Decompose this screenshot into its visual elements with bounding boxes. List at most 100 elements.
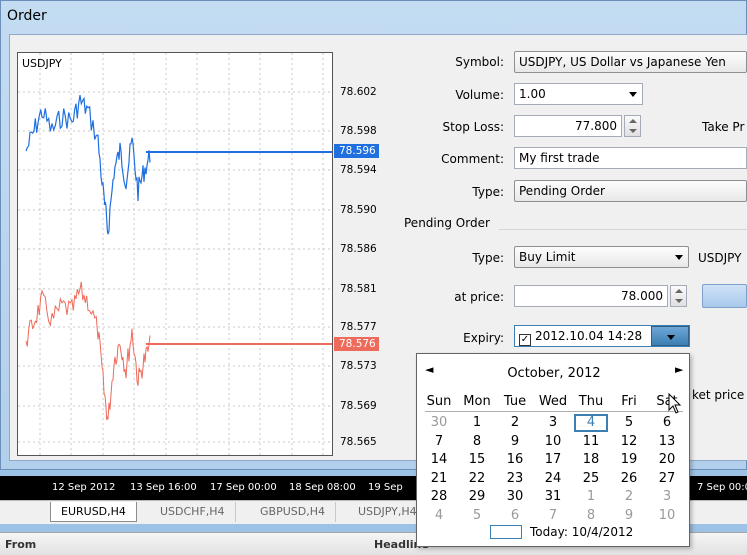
calendar-day[interactable]: 3	[648, 488, 686, 506]
bid-price-tag: 78.576	[334, 337, 379, 351]
calendar-day[interactable]: 30	[420, 414, 458, 432]
comment-input[interactable]: My first trade	[514, 147, 747, 169]
calendar-day[interactable]: 3	[534, 414, 572, 432]
price-level-label: 78.577	[340, 321, 377, 333]
dialog-titlebar[interactable]: Order	[1, 1, 746, 33]
ask-price-tag: 78.596	[334, 144, 379, 158]
pending-type-select[interactable]: Buy Limit	[514, 246, 689, 268]
calendar-day[interactable]: 23	[496, 470, 534, 488]
expiry-checkbox[interactable]: ✓	[519, 334, 531, 346]
tick-chart-svg	[18, 53, 332, 455]
chevron-down-icon[interactable]	[675, 255, 683, 260]
calendar-day[interactable]: 7	[420, 433, 458, 451]
dialog-title: Order	[7, 8, 47, 24]
calendar-day[interactable]: 10	[648, 507, 686, 525]
bid-price-line	[25, 281, 151, 420]
calendar-day[interactable]: 2	[496, 414, 534, 432]
calendar-day[interactable]: 22	[458, 470, 496, 488]
expiry-dropdown-button[interactable]	[651, 326, 689, 346]
volume-combo[interactable]: 1.00	[514, 83, 643, 105]
calendar-day[interactable]: 27	[648, 470, 686, 488]
calendar-day[interactable]: 31	[534, 488, 572, 506]
calendar-divider	[425, 411, 683, 412]
stop-loss-input[interactable]: 77.800	[514, 115, 622, 137]
group-divider	[499, 229, 747, 230]
symbol-select[interactable]: USDJPY, US Dollar vs Japanese Yen	[514, 51, 747, 73]
chevron-down-icon[interactable]	[629, 92, 637, 97]
calendar-day[interactable]: 19	[610, 451, 648, 469]
calendar-day[interactable]: 20	[648, 451, 686, 469]
calendar-day[interactable]: 24	[534, 470, 572, 488]
time-axis-label: 18 Sep 08:00	[289, 482, 356, 493]
ask-price-line	[25, 95, 151, 235]
calendar-weekday: Sun	[426, 394, 452, 409]
calendar-day[interactable]: 29	[458, 488, 496, 506]
expiry-value: 2012.10.04 14:28	[535, 329, 643, 343]
column-from[interactable]: From	[5, 538, 36, 551]
place-order-button[interactable]	[702, 284, 747, 308]
at-price-label: at price:	[454, 290, 504, 304]
calendar-day[interactable]: 15	[458, 451, 496, 469]
calendar-day[interactable]: 6	[496, 507, 534, 525]
order-type-label: Type:	[472, 185, 504, 199]
calendar-day[interactable]: 17	[534, 451, 572, 469]
calendar-day[interactable]: 18	[572, 451, 610, 469]
stop-loss-label: Stop Loss:	[442, 120, 504, 134]
comment-value: My first trade	[519, 151, 600, 165]
order-type-select[interactable]: Pending Order	[514, 180, 747, 202]
at-price-value: 78.000	[621, 289, 663, 303]
calendar-day[interactable]: 9	[496, 433, 534, 451]
calendar-day[interactable]: 8	[572, 507, 610, 525]
price-level-label: 78.581	[340, 283, 377, 295]
calendar-day[interactable]: 30	[496, 488, 534, 506]
market-price-label: ket price l	[692, 388, 747, 402]
calendar-day[interactable]: 12	[610, 433, 648, 451]
calendar-day[interactable]: 6	[648, 414, 686, 432]
at-price-spinner[interactable]	[670, 285, 687, 307]
price-level-label: 78.586	[340, 243, 377, 255]
stop-loss-value: 77.800	[575, 119, 617, 133]
calendar-month-title[interactable]: October, 2012	[417, 366, 691, 381]
calendar-day[interactable]: 14	[420, 451, 458, 469]
calendar-day[interactable]: 9	[610, 507, 648, 525]
time-axis-label: 13 Sep 16:00	[130, 482, 197, 493]
calendar-weekday: Tue	[503, 394, 527, 409]
time-axis-label: 17 Sep 00:00	[210, 482, 277, 493]
price-level-label: 78.569	[340, 400, 377, 412]
calendar-next-icon[interactable]: ►	[675, 363, 683, 376]
calendar-today-link[interactable]: Today: 10/4/2012	[530, 525, 633, 539]
take-profit-label: Take Pr	[702, 120, 745, 134]
calendar-day[interactable]: 28	[420, 488, 458, 506]
calendar-day[interactable]: 26	[610, 470, 648, 488]
symbol-label: Symbol:	[455, 55, 504, 69]
expiry-label: Expiry:	[463, 331, 504, 345]
pending-type-label: Type:	[472, 251, 504, 265]
pending-type-value: Buy Limit	[519, 250, 576, 264]
calendar-day[interactable]: 2	[610, 488, 648, 506]
calendar-day[interactable]: 11	[572, 433, 610, 451]
calendar-day[interactable]: 25	[572, 470, 610, 488]
time-axis-label: 7 Sep 00:00	[697, 482, 747, 493]
tab-gbpusd[interactable]: GBPUSD,H4	[250, 502, 336, 522]
calendar-weekday: Fri	[621, 394, 637, 409]
calendar-day[interactable]: 21	[420, 470, 458, 488]
volume-label: Volume:	[455, 88, 504, 102]
calendar-day[interactable]: 4	[574, 414, 608, 432]
comment-label: Comment:	[441, 152, 504, 166]
calendar-day[interactable]: 1	[458, 414, 496, 432]
calendar-day[interactable]: 8	[458, 433, 496, 451]
calendar-day[interactable]: 4	[420, 507, 458, 525]
calendar-day[interactable]: 5	[610, 414, 648, 432]
calendar-day[interactable]: 13	[648, 433, 686, 451]
tab-eurusd[interactable]: EURUSD,H4	[50, 502, 137, 522]
calendar-day[interactable]: 5	[458, 507, 496, 525]
calendar-day[interactable]: 10	[534, 433, 572, 451]
calendar-day[interactable]: 16	[496, 451, 534, 469]
tab-usdchf[interactable]: USDCHF,H4	[150, 502, 236, 522]
calendar-weekday: Thu	[578, 394, 604, 409]
expiry-calendar: ◄ October, 2012 ► Sun Mon Tue Wed Thu Fri Sat …	[416, 353, 690, 547]
calendar-day[interactable]: 1	[572, 488, 610, 506]
at-price-input[interactable]: 78.000	[514, 285, 668, 307]
stop-loss-spinner[interactable]	[624, 115, 641, 137]
calendar-day[interactable]: 7	[534, 507, 572, 525]
